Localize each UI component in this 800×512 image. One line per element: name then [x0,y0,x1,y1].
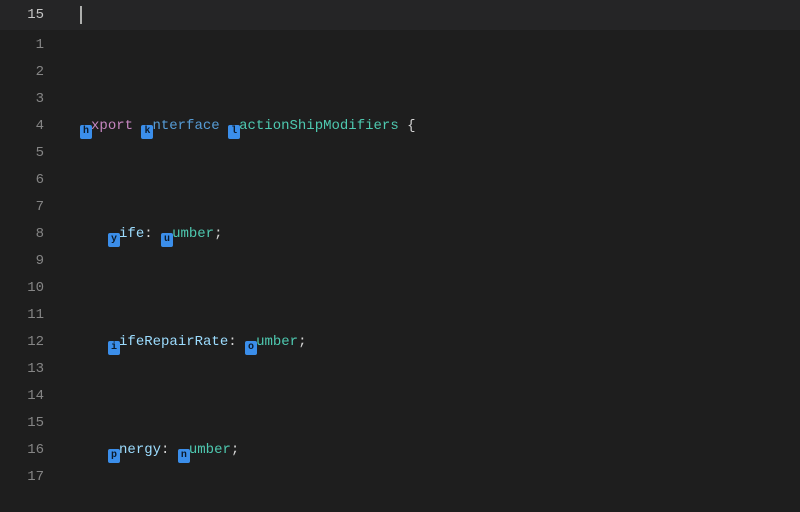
line-number: 10 [0,275,44,302]
line-number: 8 [0,221,44,248]
code-editor[interactable]: 15 1 2 3 4 5 6 7 8 9 10 11 12 13 14 15 1… [0,0,800,512]
jump-hint[interactable]: i [108,341,120,355]
line-number: 5 [0,140,44,167]
code-line[interactable]: iifeRepairRate: oumber; [80,329,800,356]
jump-hint[interactable]: o [245,341,257,355]
line-number: 15 [0,410,44,437]
jump-hint[interactable]: p [108,449,120,463]
keyword-interface: nterface [152,118,228,134]
property: ife [119,226,144,242]
code-line[interactable]: pnergy: number; [80,437,800,464]
jump-hint[interactable]: k [141,125,153,139]
line-number: 9 [0,248,44,275]
line-number: 3 [0,86,44,113]
code-line[interactable]: hxport knterface lactionShipModifiers { [80,113,800,140]
jump-hint[interactable]: n [178,449,190,463]
code-line[interactable]: yife: uumber; [80,221,800,248]
line-number: 16 [0,437,44,464]
line-number: 7 [0,194,44,221]
editor-top-bar [58,0,800,30]
line-number: 6 [0,167,44,194]
line-number: 11 [0,302,44,329]
text-cursor [80,6,82,24]
line-number: 4 [0,113,44,140]
type: umber [172,226,214,242]
brace: { [399,118,416,134]
type-name: actionShipModifiers [239,118,399,134]
jump-hint[interactable]: h [80,125,92,139]
line-number: 17 [0,464,44,491]
line-number: 14 [0,383,44,410]
line-number: 12 [0,329,44,356]
line-number: 2 [0,59,44,86]
line-gutter: 15 1 2 3 4 5 6 7 8 9 10 11 12 13 14 15 1… [0,0,58,512]
jump-hint[interactable]: u [161,233,173,247]
keyword-export: xport [91,118,141,134]
line-number: 1 [0,32,44,59]
line-number: 13 [0,356,44,383]
code-area[interactable]: hxport knterface lactionShipModifiers { … [58,0,800,512]
jump-hint[interactable]: y [108,233,120,247]
top-line-number: 15 [0,0,58,30]
jump-hint[interactable]: l [228,125,240,139]
